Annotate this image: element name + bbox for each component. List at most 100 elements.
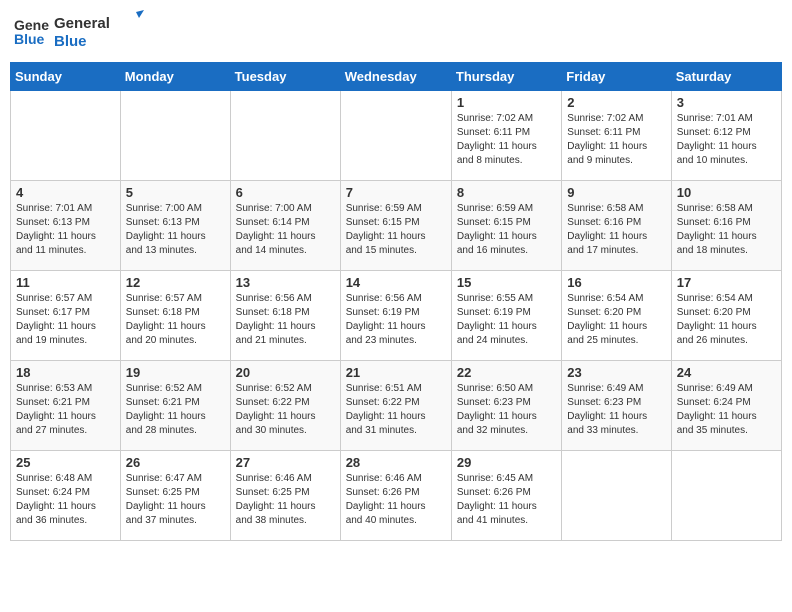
day-number: 6 [236, 185, 335, 200]
calendar-cell: 24 Sunrise: 6:49 AM Sunset: 6:24 PM Dayli… [671, 361, 781, 451]
calendar-cell: 8 Sunrise: 6:59 AM Sunset: 6:15 PM Daylig… [451, 181, 561, 271]
calendar-cell [11, 91, 121, 181]
day-info: Sunrise: 6:50 AM Sunset: 6:23 PM Dayligh… [457, 382, 556, 438]
day-info: Sunrise: 7:02 AM Sunset: 6:11 PM Dayligh… [457, 112, 556, 168]
day-info: Sunrise: 6:51 AM Sunset: 6:22 PM Dayligh… [346, 382, 446, 438]
day-info: Sunrise: 7:00 AM Sunset: 6:14 PM Dayligh… [236, 202, 335, 258]
calendar-cell: 12 Sunrise: 6:57 AM Sunset: 6:18 PM Dayli… [120, 271, 230, 361]
day-number: 12 [126, 275, 225, 290]
calendar-cell: 5 Sunrise: 7:00 AM Sunset: 6:13 PM Daylig… [120, 181, 230, 271]
calendar-cell: 13Sunrise: 6:56 AM Sunset: 6:18 PM Dayli… [230, 271, 340, 361]
day-info: Sunrise: 6:47 AM Sunset: 6:25 PM Dayligh… [126, 472, 225, 528]
calendar-cell: 25 Sunrise: 6:48 AM Sunset: 6:24 PM Dayli… [11, 451, 121, 541]
day-number: 11 [16, 275, 115, 290]
day-info: Sunrise: 7:01 AM Sunset: 6:13 PM Dayligh… [16, 202, 115, 258]
day-number: 20 [236, 365, 335, 380]
day-info: Sunrise: 6:57 AM Sunset: 6:18 PM Dayligh… [126, 292, 225, 348]
day-info: Sunrise: 6:52 AM Sunset: 6:22 PM Dayligh… [236, 382, 335, 438]
calendar-cell: 26 Sunrise: 6:47 AM Sunset: 6:25 PM Dayli… [120, 451, 230, 541]
calendar-cell: 9 Sunrise: 6:58 AM Sunset: 6:16 PM Daylig… [562, 181, 671, 271]
day-number: 26 [126, 455, 225, 470]
calendar-cell: 4Sunrise: 7:01 AM Sunset: 6:13 PM Daylig… [11, 181, 121, 271]
day-number: 18 [16, 365, 115, 380]
page-header: General Blue General Blue [10, 10, 782, 54]
day-info: Sunrise: 6:48 AM Sunset: 6:24 PM Dayligh… [16, 472, 115, 528]
calendar-cell: 15 Sunrise: 6:55 AM Sunset: 6:19 PM Dayli… [451, 271, 561, 361]
weekday-header-saturday: Saturday [671, 63, 781, 91]
week-row-2: 4Sunrise: 7:01 AM Sunset: 6:13 PM Daylig… [11, 181, 782, 271]
svg-text:Blue: Blue [54, 33, 87, 50]
day-number: 19 [126, 365, 225, 380]
day-number: 2 [567, 95, 665, 110]
day-number: 9 [567, 185, 665, 200]
calendar-cell [340, 91, 451, 181]
day-number: 8 [457, 185, 556, 200]
day-number: 7 [346, 185, 446, 200]
day-number: 25 [16, 455, 115, 470]
day-number: 1 [457, 95, 556, 110]
calendar-cell: 21Sunrise: 6:51 AM Sunset: 6:22 PM Dayli… [340, 361, 451, 451]
day-number: 10 [677, 185, 776, 200]
day-number: 22 [457, 365, 556, 380]
day-number: 16 [567, 275, 665, 290]
calendar-cell: 6 Sunrise: 7:00 AM Sunset: 6:14 PM Daylig… [230, 181, 340, 271]
weekday-header-monday: Monday [120, 63, 230, 91]
calendar-cell: 18 Sunrise: 6:53 AM Sunset: 6:21 PM Dayli… [11, 361, 121, 451]
calendar-cell: 16Sunrise: 6:54 AM Sunset: 6:20 PM Dayli… [562, 271, 671, 361]
calendar-cell: 14 Sunrise: 6:56 AM Sunset: 6:19 PM Dayli… [340, 271, 451, 361]
day-info: Sunrise: 6:58 AM Sunset: 6:16 PM Dayligh… [567, 202, 665, 258]
weekday-header-sunday: Sunday [11, 63, 121, 91]
day-info: Sunrise: 6:57 AM Sunset: 6:17 PM Dayligh… [16, 292, 115, 348]
svg-text:Blue: Blue [14, 31, 45, 47]
day-number: 17 [677, 275, 776, 290]
day-info: Sunrise: 6:54 AM Sunset: 6:20 PM Dayligh… [677, 292, 776, 348]
day-number: 23 [567, 365, 665, 380]
day-number: 5 [126, 185, 225, 200]
day-info: Sunrise: 6:58 AM Sunset: 6:16 PM Dayligh… [677, 202, 776, 258]
weekday-header-tuesday: Tuesday [230, 63, 340, 91]
calendar-cell: 7 Sunrise: 6:59 AM Sunset: 6:15 PM Daylig… [340, 181, 451, 271]
calendar-cell: 17 Sunrise: 6:54 AM Sunset: 6:20 PM Dayli… [671, 271, 781, 361]
weekday-header-wednesday: Wednesday [340, 63, 451, 91]
calendar-table: SundayMondayTuesdayWednesdayThursdayFrid… [10, 62, 782, 541]
calendar-cell [562, 451, 671, 541]
day-info: Sunrise: 6:46 AM Sunset: 6:26 PM Dayligh… [346, 472, 446, 528]
week-row-4: 18 Sunrise: 6:53 AM Sunset: 6:21 PM Dayli… [11, 361, 782, 451]
day-info: Sunrise: 6:45 AM Sunset: 6:26 PM Dayligh… [457, 472, 556, 528]
calendar-cell: 11 Sunrise: 6:57 AM Sunset: 6:17 PM Dayli… [11, 271, 121, 361]
weekday-header-thursday: Thursday [451, 63, 561, 91]
day-number: 3 [677, 95, 776, 110]
calendar-cell [120, 91, 230, 181]
day-number: 29 [457, 455, 556, 470]
day-info: Sunrise: 6:52 AM Sunset: 6:21 PM Dayligh… [126, 382, 225, 438]
calendar-cell: 27Sunrise: 6:46 AM Sunset: 6:25 PM Dayli… [230, 451, 340, 541]
day-number: 27 [236, 455, 335, 470]
calendar-cell: 19 Sunrise: 6:52 AM Sunset: 6:21 PM Dayli… [120, 361, 230, 451]
week-row-5: 25 Sunrise: 6:48 AM Sunset: 6:24 PM Dayli… [11, 451, 782, 541]
week-row-1: 1 Sunrise: 7:02 AM Sunset: 6:11 PM Daylig… [11, 91, 782, 181]
day-info: Sunrise: 6:55 AM Sunset: 6:19 PM Dayligh… [457, 292, 556, 348]
day-number: 15 [457, 275, 556, 290]
day-info: Sunrise: 6:56 AM Sunset: 6:19 PM Dayligh… [346, 292, 446, 348]
day-number: 28 [346, 455, 446, 470]
week-row-3: 11 Sunrise: 6:57 AM Sunset: 6:17 PM Dayli… [11, 271, 782, 361]
calendar-cell [230, 91, 340, 181]
calendar-cell: 23 Sunrise: 6:49 AM Sunset: 6:23 PM Dayli… [562, 361, 671, 451]
day-info: Sunrise: 6:49 AM Sunset: 6:24 PM Dayligh… [677, 382, 776, 438]
logo-svg: General Blue [54, 10, 144, 54]
calendar-cell: 10 Sunrise: 6:58 AM Sunset: 6:16 PM Dayli… [671, 181, 781, 271]
logo-icon: General Blue [14, 14, 50, 50]
day-info: Sunrise: 7:00 AM Sunset: 6:13 PM Dayligh… [126, 202, 225, 258]
day-info: Sunrise: 7:01 AM Sunset: 6:12 PM Dayligh… [677, 112, 776, 168]
day-number: 13 [236, 275, 335, 290]
day-info: Sunrise: 6:59 AM Sunset: 6:15 PM Dayligh… [457, 202, 556, 258]
day-info: Sunrise: 6:49 AM Sunset: 6:23 PM Dayligh… [567, 382, 665, 438]
day-info: Sunrise: 6:59 AM Sunset: 6:15 PM Dayligh… [346, 202, 446, 258]
day-info: Sunrise: 6:53 AM Sunset: 6:21 PM Dayligh… [16, 382, 115, 438]
day-number: 24 [677, 365, 776, 380]
calendar-cell [671, 451, 781, 541]
calendar-cell: 20 Sunrise: 6:52 AM Sunset: 6:22 PM Dayli… [230, 361, 340, 451]
logo: General Blue General Blue [14, 10, 144, 54]
calendar-cell: 1 Sunrise: 7:02 AM Sunset: 6:11 PM Daylig… [451, 91, 561, 181]
day-number: 14 [346, 275, 446, 290]
